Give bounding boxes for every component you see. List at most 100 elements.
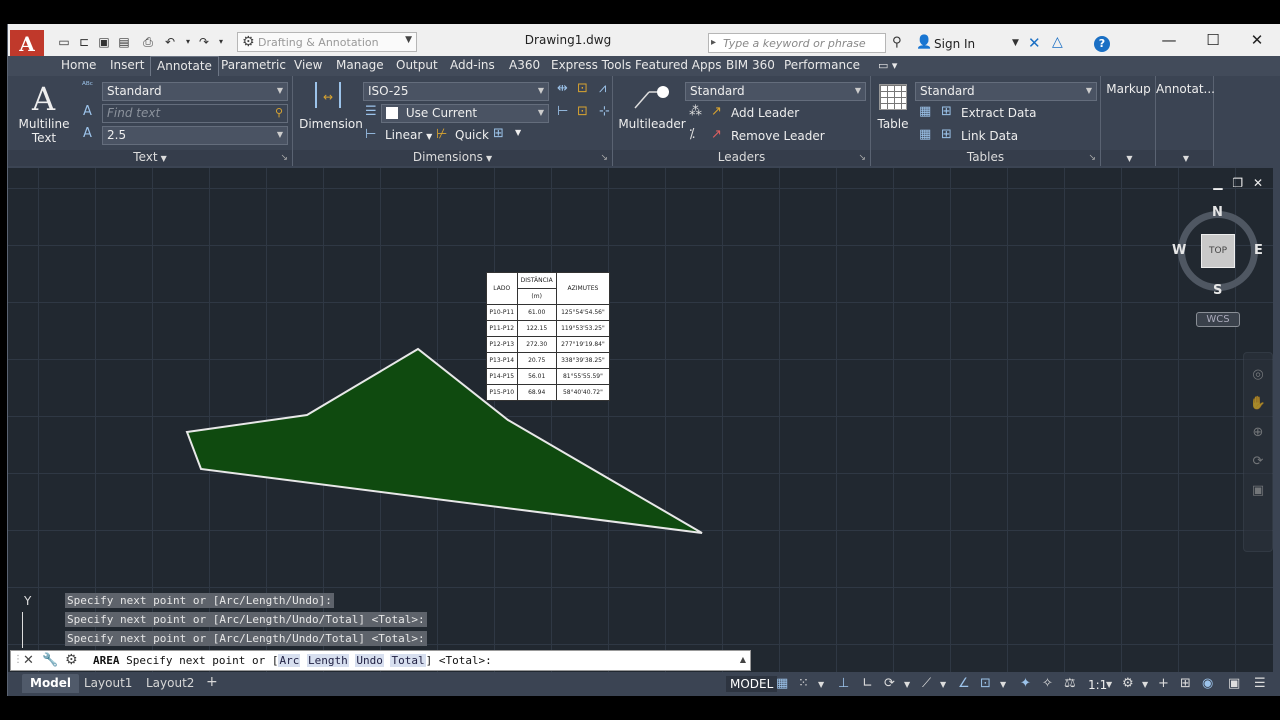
dim-inspect-icon[interactable]: ⊡ (577, 104, 588, 119)
polar-icon[interactable]: ⟳ (884, 676, 895, 691)
isolate-objects-icon[interactable]: ◉ (1202, 676, 1213, 691)
tab-layout1[interactable]: Layout1 (76, 674, 140, 693)
markup-panel[interactable]: Markup ▼ (1101, 76, 1156, 166)
tab-model[interactable]: Model (22, 674, 80, 693)
text-height-select[interactable]: 2.5 ▼ (102, 126, 288, 145)
linear-button[interactable]: Linear ▼ (385, 128, 432, 142)
dim-break-icon[interactable]: ⇹ (557, 81, 568, 96)
compass-west[interactable]: W (1172, 243, 1186, 258)
dialog-launcher-icon[interactable]: ↘ (280, 151, 288, 166)
table-button[interactable]: Table (875, 78, 911, 148)
tab-parametric[interactable]: Parametric (221, 56, 286, 76)
save-icon[interactable]: ▣ (96, 35, 112, 49)
option-length[interactable]: Length (306, 654, 349, 667)
azimuth-table[interactable]: LADO DISTÂNCIA AZIMUTES (m) P10-P11 61.00… (486, 272, 611, 401)
chevron-down-icon[interactable]: ▼ (904, 680, 910, 689)
compass-north[interactable]: N (1212, 205, 1223, 220)
redo-icon[interactable]: ↷ (196, 35, 212, 49)
tab-performance[interactable]: Performance (784, 56, 860, 76)
undo-icon[interactable]: ↶ (162, 35, 178, 49)
text-style-icon[interactable]: A (83, 104, 92, 119)
maximize-button[interactable]: ☐ (1198, 30, 1228, 50)
chevron-up-icon[interactable]: ▲ (740, 655, 746, 664)
viewcube-top-face[interactable]: TOP (1201, 234, 1235, 268)
spellcheck-icon[interactable]: ᴬᴮᶜ (82, 81, 93, 91)
close-viewport-icon[interactable]: ✕ (1253, 176, 1263, 190)
close-icon[interactable]: ✕ (23, 653, 34, 668)
chevron-down-icon[interactable]: ▼ (940, 680, 946, 689)
undo-dropdown-icon[interactable]: ▾ (180, 35, 196, 49)
chevron-down-icon[interactable]: ▼ (1142, 680, 1148, 689)
grip-icon[interactable]: ⋮ (13, 654, 23, 665)
tab-a360[interactable]: A360 (509, 56, 540, 76)
table-style-select[interactable]: Standard ▼ (915, 82, 1097, 101)
dimensions-panel-title[interactable]: Dimensions ▼ ↘ (293, 150, 612, 166)
close-button[interactable]: ✕ (1242, 30, 1272, 50)
collect-leader-icon[interactable]: ⁒ (689, 127, 695, 142)
text-style-select[interactable]: Standard ▼ (102, 82, 288, 101)
tab-addins[interactable]: Add-ins (450, 56, 495, 76)
osnap-icon[interactable]: ⊡ (980, 676, 991, 691)
model-space-toggle[interactable]: MODEL (726, 676, 778, 692)
viewcube[interactable]: TOP N S E W (1172, 205, 1264, 298)
find-text-input[interactable]: Find text ⚲ (102, 104, 288, 123)
option-total[interactable]: Total (390, 654, 426, 667)
isodraft-icon[interactable]: ⟋ (922, 676, 931, 691)
workspace-select[interactable]: ⚙ Drafting & Annotation ▼ (237, 32, 417, 52)
zoom-icon[interactable]: ⊕ (1244, 425, 1272, 440)
dim-jog-icon[interactable]: ⩘ (599, 81, 606, 96)
orbit-icon[interactable]: ⟳ (1244, 454, 1272, 469)
dim-style-select[interactable]: ISO-25 ▼ (363, 82, 549, 101)
command-line[interactable]: ⋮ ✕ 🔧 ⚙ AREA Specify next point or [Arc … (10, 650, 751, 671)
help-icon[interactable]: ? (1094, 36, 1110, 52)
continue-icon[interactable]: ⊞ (493, 126, 504, 141)
redo-dropdown-icon[interactable]: ▾ (213, 35, 229, 49)
add-layout-button[interactable]: + (198, 674, 226, 693)
ortho-icon[interactable]: ∟ (862, 676, 873, 691)
restore-viewport-icon[interactable]: ❐ (1232, 176, 1243, 190)
recent-commands-icon[interactable]: ⚙ (65, 652, 78, 668)
osnap-tracking-icon[interactable]: ∠ (958, 676, 970, 691)
extract-data-button[interactable]: Extract Data (961, 106, 1036, 120)
grid-icon[interactable]: ▦ (776, 676, 788, 691)
leaders-panel-title[interactable]: Leaders ↘ (613, 150, 870, 166)
pan-icon[interactable]: ✋ (1244, 396, 1272, 411)
tab-manage[interactable]: Manage (336, 56, 384, 76)
remove-leader-button[interactable]: Remove Leader (731, 129, 825, 143)
text-panel-title[interactable]: Text ▼ ↘ (8, 150, 292, 166)
tab-layout2[interactable]: Layout2 (138, 674, 202, 693)
multiline-text-button[interactable]: A Multiline Text (14, 78, 74, 148)
navigation-bar[interactable]: ◎ ✋ ⊕ ⟳ ▣ (1243, 352, 1273, 552)
annotation-scale-value[interactable]: 1:1 (1088, 678, 1107, 692)
markup-panel-expand[interactable]: ▼ (1101, 150, 1155, 166)
tab-home[interactable]: Home (61, 56, 96, 76)
annotation-scaling-panel[interactable]: Annotat... ▼ (1156, 76, 1215, 166)
text-height-icon[interactable]: A (83, 126, 92, 141)
dim-layer-select[interactable]: Use Current ▼ (381, 104, 549, 123)
ribbon-toggle-icon[interactable]: ▭ ▾ (878, 56, 897, 76)
tab-annotate[interactable]: Annotate (150, 56, 219, 76)
tab-express-tools[interactable]: Express Tools (551, 56, 631, 76)
chevron-down-icon[interactable]: ▼ (1106, 680, 1112, 689)
minimize-viewport-icon[interactable]: ▁ (1213, 176, 1222, 190)
a360-icon[interactable]: △ (1052, 34, 1063, 50)
annotation-scale-icon[interactable]: ⚖ (1064, 676, 1076, 691)
new-file-icon[interactable]: ▭ (56, 35, 72, 49)
plot-icon[interactable]: ⎙ (140, 35, 156, 49)
command-prompt[interactable]: AREA Specify next point or [Arc Length U… (93, 654, 492, 667)
dim-update-icon[interactable]: ⊹ (599, 104, 610, 119)
infer-constraints-icon[interactable]: ⊥ (838, 676, 849, 691)
tab-view[interactable]: View (294, 56, 322, 76)
showmotion-icon[interactable]: ▣ (1244, 483, 1272, 498)
option-undo[interactable]: Undo (355, 654, 384, 667)
exchange-apps-icon[interactable]: ✕ (1028, 34, 1041, 52)
wrench-icon[interactable]: 🔧 (42, 653, 58, 668)
option-arc[interactable]: Arc (278, 654, 301, 667)
sign-in-link[interactable]: Sign In (934, 37, 975, 51)
dim-space-icon[interactable]: ⊡ (577, 81, 588, 96)
dimension-button[interactable]: ↔ Dimension (297, 78, 363, 148)
steering-wheel-icon[interactable]: ◎ (1244, 367, 1272, 382)
tab-featured-apps[interactable]: Featured Apps (635, 56, 721, 76)
quick-button[interactable]: Quick (455, 128, 489, 142)
dim-adjust-icon[interactable]: ⊢ (557, 104, 568, 119)
